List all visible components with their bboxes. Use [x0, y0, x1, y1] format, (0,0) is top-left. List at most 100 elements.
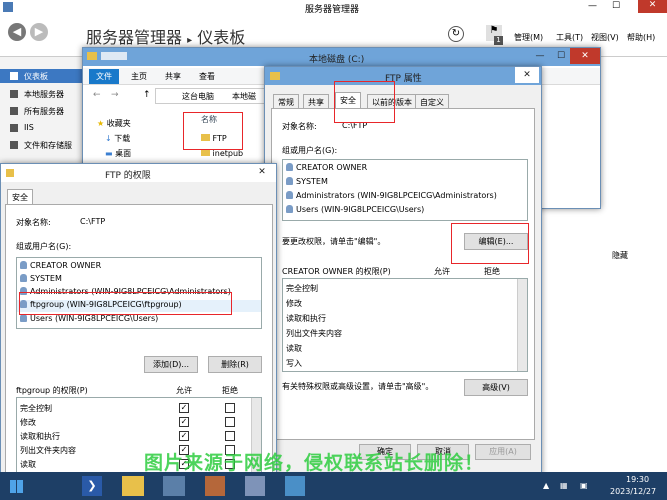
- list-item[interactable]: CREATOR OWNER: [20, 261, 101, 270]
- taskbar-network-icon[interactable]: [245, 476, 265, 496]
- taskbar-tool-icon[interactable]: [205, 476, 225, 496]
- perm-scrollbar[interactable]: [517, 279, 527, 371]
- tray-network-icon[interactable]: ▣: [580, 481, 588, 490]
- object-name-label: 对象名称:: [282, 122, 317, 131]
- deny-checkbox[interactable]: [225, 403, 235, 413]
- tray-date[interactable]: 2023/12/27: [610, 487, 656, 496]
- ribbon-tab-home[interactable]: 主页: [131, 71, 147, 82]
- server-icon: [10, 90, 18, 98]
- perm-row: 完全控制: [286, 284, 318, 293]
- explorer-maximize-button[interactable]: ☐: [550, 48, 572, 64]
- sidebar-item-file-storage[interactable]: 文件和存储服: [0, 138, 82, 152]
- user-group-icon: [286, 205, 293, 213]
- ribbon-tab-view[interactable]: 查看: [199, 71, 215, 82]
- nav-label: 桌面: [115, 149, 132, 158]
- sm-titlebar: 服务器管理器 — ☐ ✕: [0, 0, 667, 15]
- taskbar-explorer-icon[interactable]: [122, 476, 144, 496]
- remove-button[interactable]: 删除(R): [208, 356, 262, 373]
- path-segment[interactable]: 这台电脑: [182, 91, 214, 102]
- list-item[interactable]: Administrators (WIN-9IG8LPCEICG\Administ…: [286, 191, 497, 200]
- sidebar-item-local-server[interactable]: 本地服务器: [0, 87, 82, 101]
- list-item[interactable]: CREATOR OWNER: [286, 163, 367, 172]
- sm-minimize-button[interactable]: —: [588, 1, 597, 11]
- allow-checkbox[interactable]: ✓: [179, 403, 189, 413]
- quick-access-icons: [101, 52, 127, 60]
- sm-close-button[interactable]: ✕: [638, 0, 667, 13]
- nav-favorites[interactable]: ★ 收藏夹: [97, 118, 131, 129]
- tray-keyboard-icon[interactable]: ▦: [560, 481, 568, 490]
- explorer-close-button[interactable]: ✕: [570, 48, 600, 64]
- list-item[interactable]: Users (WIN-9IG8LPCEICG\Users): [286, 205, 424, 214]
- props-close-button[interactable]: ✕: [515, 67, 539, 83]
- taskbar: ❯ ▲ ▦ ▣ 19:30 2023/12/27: [0, 472, 667, 500]
- sidebar-item-label: 本地服务器: [24, 90, 64, 99]
- explorer-title: 本地磁盘 (C:): [309, 55, 365, 65]
- refresh-icon[interactable]: ↻: [448, 26, 464, 42]
- sidebar-item-dashboard[interactable]: 仪表板: [0, 69, 82, 83]
- deny-checkbox[interactable]: [225, 431, 235, 441]
- perm-row: 读取: [286, 344, 302, 353]
- sidebar-item-iis[interactable]: IIS: [0, 121, 82, 135]
- perm-tab-security[interactable]: 安全: [7, 189, 33, 205]
- props-titlebar: FTP 属性 ✕: [265, 67, 541, 85]
- tray-time[interactable]: 19:30: [626, 475, 649, 484]
- list-item[interactable]: SYSTEM: [20, 274, 62, 283]
- user-group-icon: [286, 191, 293, 199]
- user-group-icon: [286, 177, 293, 185]
- nav-desktop[interactable]: ▬ 桌面: [105, 148, 131, 159]
- path-segment[interactable]: 本地磁: [232, 91, 256, 102]
- highlight-ftp-folder: [183, 112, 243, 150]
- advanced-button[interactable]: 高级(V): [464, 379, 528, 396]
- allow-checkbox[interactable]: ✓: [179, 417, 189, 427]
- sm-menu-view[interactable]: 视图(V): [591, 32, 619, 43]
- sm-menu-help[interactable]: 帮助(H): [627, 32, 655, 43]
- folder-icon: [87, 52, 97, 60]
- sm-menu-tools[interactable]: 工具(T): [556, 32, 583, 43]
- perm-row: 列出文件夹内容: [20, 446, 76, 455]
- sm-menu-manage[interactable]: 管理(M): [514, 32, 543, 43]
- user-name: Users (WIN-9IG8LPCEICG\Users): [296, 205, 425, 214]
- start-button[interactable]: [6, 476, 26, 496]
- tray-chevron-icon[interactable]: ▲: [543, 481, 549, 490]
- nav-forward-icon[interactable]: →: [111, 90, 119, 100]
- nav-label: 收藏夹: [106, 119, 131, 128]
- taskbar-app-icon[interactable]: [285, 476, 305, 496]
- allow-header: 允许: [434, 267, 450, 276]
- hide-link[interactable]: 隐藏: [612, 250, 628, 261]
- list-item[interactable]: SYSTEM: [286, 177, 328, 186]
- sidebar-item-label: 所有服务器: [24, 107, 64, 116]
- user-group-icon: [20, 261, 27, 269]
- nav-downloads[interactable]: ↓ 下载: [105, 133, 130, 144]
- list-item[interactable]: Users (WIN-9IG8LPCEICG\Users): [20, 314, 158, 323]
- perm-group-label: 组或用户名(G):: [16, 242, 72, 251]
- breadcrumb-app[interactable]: 服务器管理器: [86, 28, 182, 47]
- add-button[interactable]: 添加(D)...: [144, 356, 198, 373]
- back-button[interactable]: ◀: [8, 23, 26, 41]
- allow-checkbox[interactable]: ✓: [179, 431, 189, 441]
- explorer-minimize-button[interactable]: —: [529, 48, 551, 64]
- lock-icon: [6, 169, 14, 177]
- perm-close-button[interactable]: ✕: [250, 164, 274, 180]
- user-group-icon: [286, 163, 293, 171]
- file-row-inetpub[interactable]: inetpub: [201, 149, 243, 158]
- nav-up-icon[interactable]: ↑: [143, 90, 151, 100]
- props-user-list[interactable]: CREATOR OWNER SYSTEM Administrators (WIN…: [282, 159, 528, 221]
- taskbar-powershell-icon[interactable]: ❯: [82, 476, 102, 496]
- deny-header: 拒绝: [484, 267, 500, 276]
- perm-row: 修改: [286, 299, 302, 308]
- ribbon-tab-file[interactable]: 文件: [89, 69, 119, 84]
- taskbar-server-manager-icon[interactable]: [163, 476, 185, 496]
- deny-checkbox[interactable]: [225, 417, 235, 427]
- user-name: CREATOR OWNER: [296, 163, 368, 172]
- windows-logo-icon: [10, 480, 23, 493]
- nav-back-icon[interactable]: ←: [93, 90, 101, 100]
- perm-row: 修改: [20, 418, 36, 427]
- ribbon-tab-share[interactable]: 共享: [165, 71, 181, 82]
- sidebar-item-all-servers[interactable]: 所有服务器: [0, 104, 82, 118]
- forward-button[interactable]: ▶: [30, 23, 48, 41]
- folder-icon: [270, 72, 280, 80]
- sm-maximize-button[interactable]: ☐: [612, 1, 620, 11]
- user-name: CREATOR OWNER: [30, 261, 102, 270]
- perm-titlebar: FTP 的权限 ✕: [1, 164, 276, 182]
- folder-icon: [201, 149, 210, 156]
